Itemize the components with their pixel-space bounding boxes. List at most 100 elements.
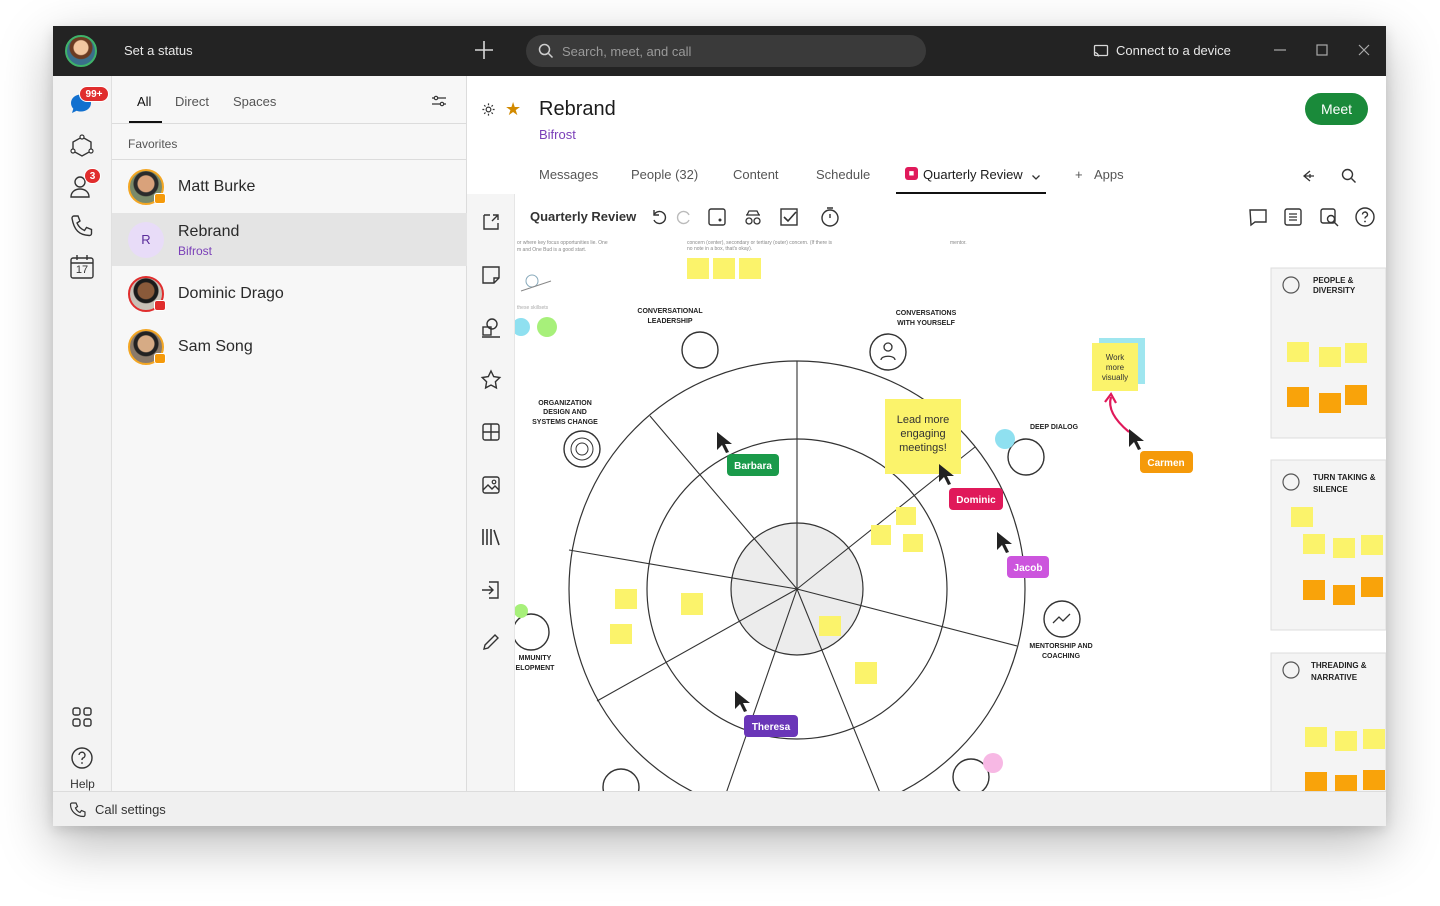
help-nav[interactable] <box>67 743 97 773</box>
whiteboard-toolbar <box>467 194 515 791</box>
connect-device-button[interactable]: Connect to a device <box>1116 43 1231 58</box>
svg-text:no note in a box, that's okay): no note in a box, that's okay). <box>687 246 752 252</box>
list-item-matt-burke[interactable]: Matt Burke <box>112 160 467 213</box>
tab-people[interactable]: People (32) <box>631 167 698 182</box>
presence-badge <box>154 300 166 311</box>
list-item-sam-song[interactable]: Sam Song <box>112 320 467 373</box>
star-icon[interactable] <box>479 368 503 392</box>
search-input[interactable]: Search, meet, and call <box>526 35 926 67</box>
meet-button[interactable]: Meet <box>1305 93 1368 125</box>
whiteboard-name: Quarterly Review <box>530 209 637 224</box>
timer-icon[interactable] <box>819 206 841 228</box>
library-icon[interactable] <box>479 525 503 549</box>
label-mentorship: MENTORSHIP AND <box>1029 643 1092 650</box>
call-settings-button[interactable]: Call settings <box>95 802 166 817</box>
tab-all[interactable]: All <box>137 94 151 109</box>
user-avatar[interactable] <box>65 35 97 67</box>
tab-apps[interactable]: Apps <box>1094 167 1124 182</box>
svg-text:Work: Work <box>1106 353 1126 362</box>
panel-threading: THREADING & NARRATIVE <box>1270 652 1386 791</box>
minimize-icon[interactable] <box>1270 40 1290 60</box>
label-conv-leadership: CONVERSATIONAL <box>637 308 703 315</box>
svg-text:LEADERSHIP: LEADERSHIP <box>647 318 692 325</box>
svg-text:DESIGN AND: DESIGN AND <box>543 409 587 416</box>
space-title: Rebrand <box>539 98 616 120</box>
list-item-rebrand[interactable]: R Rebrand Bifrost <box>112 213 467 266</box>
whiteboard-canvas[interactable]: or where key focus opportunities lie. On… <box>515 239 1386 791</box>
plus-icon[interactable] <box>471 37 497 63</box>
presence-badge <box>154 353 166 364</box>
apps-nav[interactable] <box>67 702 97 732</box>
tab-schedule[interactable]: Schedule <box>816 167 870 182</box>
help-icon <box>71 747 93 769</box>
redo-icon[interactable] <box>673 206 695 228</box>
whiteboard-area: Quarterly Review or where key focus oppo… <box>467 194 1386 791</box>
svg-text:visually: visually <box>1102 373 1128 382</box>
calendar-nav[interactable]: 17 <box>67 252 97 282</box>
note-tool-icon[interactable] <box>706 206 728 228</box>
label-org-design: ORGANIZATION <box>538 400 592 407</box>
search-icon[interactable] <box>1341 168 1357 184</box>
people-tool-icon[interactable] <box>742 206 764 228</box>
title-bar: Set a status Search, meet, and call Conn… <box>53 26 1386 76</box>
list-icon[interactable] <box>1282 206 1304 228</box>
popout-icon[interactable] <box>479 210 503 234</box>
call-settings-icon[interactable] <box>69 801 86 818</box>
close-icon[interactable] <box>1354 40 1374 60</box>
svg-text:or where key focus opportuniti: or where key focus opportunities lie. On… <box>517 240 608 246</box>
import-icon[interactable] <box>479 578 503 602</box>
messaging-nav[interactable]: 99+ <box>67 86 109 120</box>
svg-text:Carmen: Carmen <box>1147 458 1184 469</box>
svg-text:meetings!: meetings! <box>899 442 947 454</box>
space-avatar: R <box>128 222 164 258</box>
set-status-button[interactable]: Set a status <box>124 43 193 58</box>
undo-icon[interactable] <box>648 206 670 228</box>
cursor-theresa: Theresa <box>735 691 798 737</box>
comment-icon[interactable] <box>1247 206 1269 228</box>
sticky-note-icon[interactable] <box>479 263 503 287</box>
space-team: Bifrost <box>178 244 213 258</box>
tab-spaces[interactable]: Spaces <box>233 94 276 109</box>
conversation-list-panel: All Direct Spaces Favorites Matt Burke R… <box>112 76 467 791</box>
tab-quarterly-review[interactable]: Quarterly Review <box>923 167 1023 182</box>
calls-nav[interactable] <box>67 212 97 242</box>
space-tabs: Messages People (32) Content Schedule ■ … <box>467 158 1386 194</box>
tab-content[interactable]: Content <box>733 167 779 182</box>
tab-direct[interactable]: Direct <box>175 94 209 109</box>
list-item-dominic-drago[interactable]: Dominic Drago <box>112 267 467 320</box>
label-community: MMUNITY <box>519 655 552 662</box>
contacts-nav[interactable]: 3 <box>67 168 101 202</box>
filter-icon[interactable] <box>430 92 448 110</box>
checkbox-icon[interactable] <box>778 206 800 228</box>
svg-text:SILENCE: SILENCE <box>1313 485 1348 494</box>
share-back-icon[interactable] <box>1301 168 1317 184</box>
svg-text:ELOPMENT: ELOPMENT <box>516 665 556 672</box>
chevron-down-icon[interactable] <box>1030 171 1042 183</box>
maximize-icon[interactable] <box>1312 40 1332 60</box>
presence-badge <box>154 193 166 204</box>
app-window: Set a status Search, meet, and call Conn… <box>53 26 1386 826</box>
list-tabs: All Direct Spaces <box>112 76 467 124</box>
grid-icon[interactable] <box>479 420 503 444</box>
phone-icon <box>71 215 93 237</box>
teams-nav[interactable] <box>67 132 97 162</box>
panel-turn-taking: TURN TAKING & SILENCE <box>1270 459 1386 631</box>
tab-apps-plus[interactable]: + <box>1075 167 1083 182</box>
space-subtitle[interactable]: Bifrost <box>539 127 576 142</box>
favorites-section-label: Favorites <box>128 137 178 151</box>
pen-icon[interactable] <box>479 630 503 654</box>
cursor-barbara: Barbara <box>717 432 779 476</box>
help-icon[interactable] <box>1354 206 1376 228</box>
shapes-icon[interactable] <box>479 315 503 339</box>
contacts-badge: 3 <box>84 168 101 184</box>
space-name: Rebrand <box>178 223 240 240</box>
svg-text:these skillsets: these skillsets <box>517 305 549 311</box>
svg-text:DIVERSITY: DIVERSITY <box>1313 286 1356 295</box>
svg-text:Lead more: Lead more <box>897 414 950 426</box>
find-icon[interactable] <box>1318 206 1340 228</box>
image-icon[interactable] <box>479 473 503 497</box>
gear-icon[interactable] <box>481 102 496 117</box>
tab-messages[interactable]: Messages <box>539 167 598 182</box>
favorite-star-icon[interactable]: ★ <box>505 99 521 120</box>
active-tab-indicator <box>129 121 162 123</box>
